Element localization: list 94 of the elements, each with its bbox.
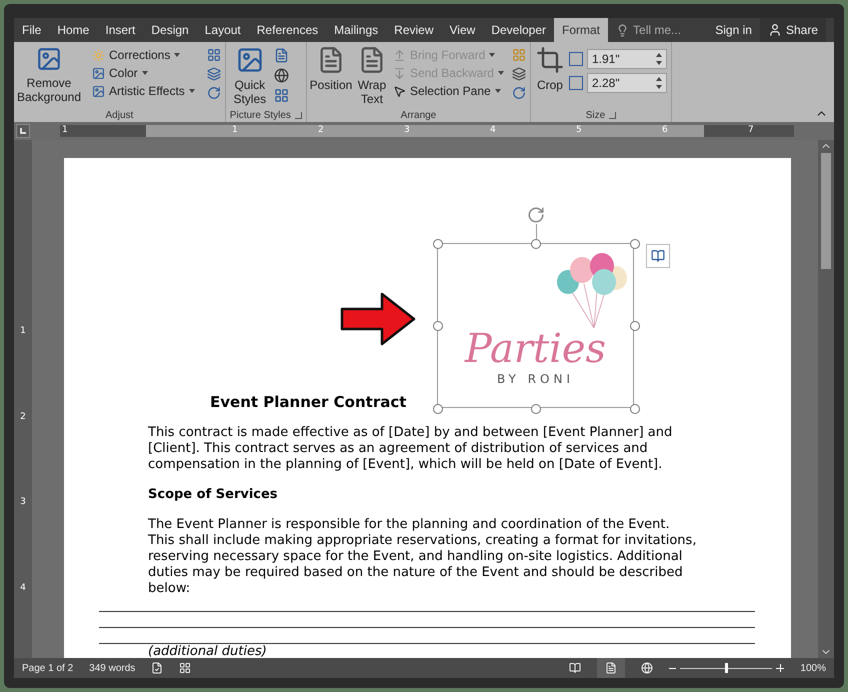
sign-in-link[interactable]: Sign in (707, 18, 760, 42)
body-paragraph: This contract is made effective as of [Date] by and between [Event Planner] and [Client]. This contract serves as an agreement of distribution of services and compensation in the planning of [Event], which will be held on [Date of Event]. (148, 425, 672, 473)
ruler-number: 2 (20, 410, 26, 424)
ribbon-tab[interactable]: Review (386, 18, 442, 42)
position-button[interactable]: Position (310, 46, 351, 92)
ruler-number: 1 (232, 124, 238, 138)
dialog-launcher-icon[interactable] (609, 112, 616, 118)
resize-handle[interactable] (433, 404, 443, 414)
dropdown-caret-icon (494, 89, 501, 93)
picture-icon (92, 66, 105, 80)
scrollbar-thumb[interactable] (821, 153, 831, 269)
ribbon-tab[interactable]: References (248, 18, 326, 42)
crop-button[interactable]: Crop (534, 46, 565, 92)
ruler-number: 7 (748, 124, 754, 138)
tab-selector-icon[interactable] (16, 124, 30, 138)
ruler-number: 1 (62, 124, 68, 138)
dropdown-caret-icon (174, 53, 180, 57)
web-layout-icon[interactable] (641, 662, 654, 674)
ribbon-tab[interactable]: Layout (196, 18, 249, 42)
sun-icon (92, 48, 105, 62)
ruler-number: 4 (490, 124, 496, 138)
document-title: Event Planner Contract (210, 392, 406, 413)
person-icon (768, 23, 782, 37)
ribbon-tab[interactable]: View (442, 18, 484, 42)
share-button[interactable]: Share (760, 18, 826, 42)
dropdown-caret-icon (142, 71, 148, 75)
dropdown-caret-icon (498, 71, 504, 75)
spinner-icon[interactable] (656, 53, 662, 65)
ribbon-button[interactable]: Color (92, 64, 195, 82)
size-input-field[interactable]: 1.91" (586, 49, 667, 69)
group-label: Arrange (400, 108, 436, 122)
dialog-launcher-icon[interactable] (294, 112, 302, 118)
vertical-scrollbar[interactable] (818, 140, 834, 658)
ribbon-tab[interactable]: Insert (97, 18, 144, 42)
resize-handle[interactable] (433, 239, 443, 249)
ribbon-tab[interactable]: Mailings (326, 18, 386, 42)
resize-handle[interactable] (531, 239, 541, 249)
zoom-slider-thumb[interactable] (724, 663, 728, 673)
reset-picture-icon[interactable] (206, 86, 221, 100)
remove-background-button[interactable]: Remove Background (18, 46, 80, 104)
group-label: Picture Styles (230, 108, 291, 122)
ruler-number: 2 (318, 124, 324, 138)
crop-icon (536, 46, 564, 74)
page-count[interactable]: Page 1 of 2 (22, 660, 74, 676)
ribbon-tab[interactable]: Design (143, 18, 197, 42)
ribbon-tab[interactable]: Developer (483, 18, 554, 42)
italic-note: (additional duties) (148, 645, 267, 658)
ruler-number: 4 (20, 582, 26, 594)
zoom-in-icon[interactable] (776, 664, 784, 672)
dropdown-caret-icon (489, 53, 496, 57)
zoom-percentage[interactable]: 100% (800, 660, 826, 676)
ruler-number: 6 (662, 124, 668, 138)
ruler-number: 3 (404, 124, 410, 138)
tell-me-field[interactable]: Tell me... (616, 18, 682, 42)
ribbon-button[interactable]: Selection Pane (392, 82, 504, 100)
resize-handle[interactable] (531, 404, 541, 414)
ribbon-tab[interactable]: Home (49, 18, 98, 42)
zoom-slider[interactable] (680, 663, 772, 673)
resize-handle[interactable] (630, 321, 640, 331)
section-heading: Scope of Services (148, 487, 278, 503)
layers-down-icon (392, 66, 406, 80)
picture-icon (36, 46, 62, 72)
dropdown-caret-icon (188, 89, 195, 93)
rotate-handle-icon[interactable] (527, 206, 545, 224)
group-label: Adjust (106, 108, 134, 122)
size-input-field[interactable]: 2.28" (586, 73, 667, 93)
word-count[interactable]: 349 words (89, 660, 136, 676)
resize-handle[interactable] (630, 239, 640, 249)
arrow-icon (340, 292, 416, 346)
proofing-icon[interactable] (151, 662, 164, 674)
print-layout-icon[interactable] (597, 658, 626, 678)
ribbon-button[interactable]: Artistic Effects (92, 82, 195, 100)
wrap-text-button[interactable]: Wrap Text (354, 46, 389, 106)
ribbon-button[interactable]: Corrections (92, 46, 195, 64)
group-label: Size (586, 108, 606, 122)
quick-styles-button[interactable]: Quick Styles (230, 46, 270, 106)
spinner-icon[interactable] (656, 77, 662, 89)
ruler-number: 3 (20, 496, 26, 509)
ruler-number: 5 (576, 124, 582, 138)
lightbulb-icon (616, 24, 630, 36)
ruler-number: 1 (20, 325, 26, 338)
ribbon-tab[interactable]: Format (554, 18, 608, 42)
ribbon-tab[interactable]: File (14, 18, 50, 42)
picture-icon (236, 46, 264, 74)
resize-handle[interactable] (433, 321, 443, 331)
body-paragraph: The Event Planner is responsible for the planning and coordination of the Event. This shall include making appropriate reservations, creating a format for invitations, reserving necessary space for the Event, and handling on-site logistics. Additional duties may be required based on the nature of the Event and should be described below: (148, 517, 696, 597)
layers-up-icon (392, 48, 406, 62)
logo-tagline: BY RONI (496, 371, 574, 387)
logo-script-text: Parties (464, 327, 606, 371)
resize-handle[interactable] (630, 404, 640, 414)
pointer-icon (392, 84, 406, 98)
rotate-icon[interactable] (512, 86, 526, 100)
read-mode-icon[interactable] (569, 662, 582, 674)
picture-icon (92, 84, 105, 98)
